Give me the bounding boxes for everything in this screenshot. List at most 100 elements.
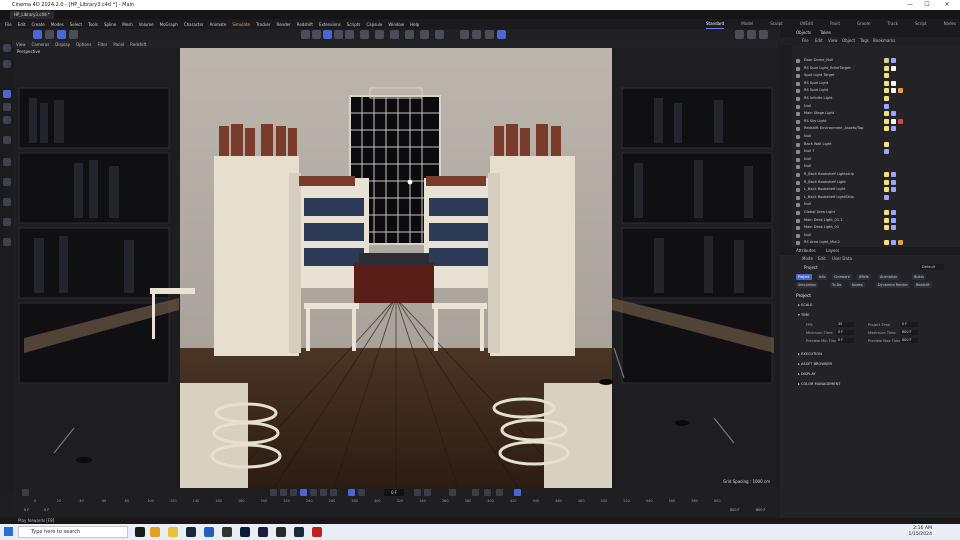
app2-icon[interactable] — [276, 527, 286, 537]
object-row[interactable]: Main Desk Light_01 — [794, 224, 960, 232]
timeline-start-field[interactable]: 0 F — [24, 508, 29, 512]
object-tag-icon[interactable] — [891, 240, 896, 246]
object-tag-icon[interactable] — [898, 80, 903, 86]
workplane-icon[interactable] — [3, 158, 11, 166]
object-tag-icon[interactable] — [884, 149, 889, 155]
object-row[interactable]: Back Wall Light — [794, 141, 960, 149]
view-menu-display[interactable]: Display — [55, 42, 70, 47]
playback-rate-icon[interactable] — [358, 489, 365, 496]
object-tag-icon[interactable] — [884, 210, 889, 215]
object-row[interactable]: Null 7 — [794, 148, 960, 156]
object-tag-icon[interactable] — [884, 58, 889, 63]
loop-icon[interactable] — [348, 489, 355, 496]
menu-capsule[interactable]: Capsule — [366, 22, 382, 27]
photoshop-icon[interactable] — [240, 527, 250, 537]
search-icon[interactable] — [3, 44, 11, 52]
object-tag-icon[interactable] — [884, 217, 889, 223]
cinema4d-icon[interactable] — [204, 527, 214, 537]
rotate-icon[interactable] — [3, 103, 11, 111]
camera-icon[interactable] — [460, 30, 469, 39]
object-tag-icon[interactable] — [884, 172, 889, 177]
attr-tab-project[interactable]: Project — [796, 274, 812, 280]
autokey-icon[interactable] — [424, 489, 431, 496]
timeline-window-icon[interactable] — [514, 489, 521, 496]
maximize-button[interactable]: ☐ — [920, 0, 934, 10]
objects-menu-object[interactable]: Object — [842, 37, 855, 45]
windows-start-icon[interactable] — [4, 527, 13, 536]
app-icon[interactable] — [222, 527, 232, 537]
layout-standard[interactable]: Standard — [706, 19, 725, 29]
key-position-icon[interactable] — [472, 489, 479, 496]
undo-icon[interactable] — [301, 30, 310, 39]
key-rotation-icon[interactable] — [484, 489, 491, 496]
object-tag-icon[interactable] — [884, 187, 889, 193]
object-tag-icon[interactable] — [891, 179, 896, 185]
object-row[interactable]: Redshift Environment_Assets/Top — [794, 125, 960, 133]
attr-menu-userdata[interactable]: User Data — [832, 255, 852, 263]
object-row[interactable]: R_Back Bookshelf Lightstrip — [794, 171, 960, 179]
object-tag-icon[interactable] — [884, 65, 889, 71]
layout-sculpt[interactable]: Sculpt — [770, 19, 783, 29]
menu-edit[interactable]: Edit — [18, 22, 26, 27]
steam-icon[interactable] — [186, 527, 196, 537]
view-menu-redshift[interactable]: Redshift — [130, 42, 146, 47]
light-icon[interactable] — [472, 30, 481, 39]
timeline-end2-field[interactable]: 600 F — [756, 508, 766, 512]
steam2-icon[interactable] — [294, 527, 304, 537]
layout-groom[interactable]: Groom — [857, 19, 870, 29]
object-row[interactable]: RS Spot Light_EnterTarget — [794, 65, 960, 73]
attr-tab-info[interactable]: Info — [817, 274, 828, 280]
object-tag-icon[interactable] — [884, 194, 889, 200]
after-effects-icon[interactable] — [258, 527, 268, 537]
pen-icon[interactable] — [375, 30, 384, 39]
object-tag-icon[interactable] — [884, 141, 889, 147]
layout-script[interactable]: Script — [915, 19, 927, 29]
prev-frame-icon[interactable] — [290, 489, 297, 496]
object-row[interactable]: Null — [794, 133, 960, 141]
next-frame-icon[interactable] — [310, 489, 317, 496]
subdivision-icon[interactable] — [390, 30, 399, 39]
object-row[interactable]: Main Desk Light_01.1 — [794, 217, 960, 225]
redo-icon[interactable] — [312, 30, 321, 39]
field-icon[interactable] — [435, 30, 444, 39]
document-tab[interactable]: HP_Library3.c4d * — [10, 11, 54, 19]
snap-icon[interactable] — [3, 136, 11, 144]
view-menu-cameras[interactable]: Cameras — [32, 42, 50, 47]
edges-mode-icon[interactable] — [57, 30, 66, 39]
section-asset-browser[interactable]: ▸ ASSET BROWSER — [798, 362, 832, 366]
menu-volume[interactable]: Volume — [139, 22, 154, 27]
object-tag-icon[interactable] — [898, 88, 903, 94]
goto-start-icon[interactable] — [270, 489, 277, 496]
section-scale[interactable]: ▸ SCALE — [798, 303, 812, 307]
object-tag-icon[interactable] — [884, 126, 889, 132]
objects-menu-view[interactable]: View — [828, 37, 838, 45]
object-tag-icon[interactable] — [891, 187, 896, 193]
objects-menu-bookmarks[interactable]: Bookmarks — [873, 37, 895, 45]
menu-tracker[interactable]: Tracker — [256, 22, 270, 27]
viewport-maximize-icon[interactable] — [759, 30, 768, 39]
object-row[interactable]: Spot Light Target — [794, 72, 960, 80]
tab-attributes[interactable]: Attributes — [796, 247, 816, 255]
keyframe-selection-icon[interactable] — [449, 489, 456, 496]
object-row[interactable]: Main Stage Light — [794, 110, 960, 118]
attr-tab-cineware[interactable]: Cineware — [832, 274, 852, 280]
tab-layers[interactable]: Layers — [826, 247, 839, 255]
attr-menu-edit[interactable]: Edit — [818, 255, 826, 263]
minimize-button[interactable]: — — [903, 0, 917, 10]
attr-tab-bullet[interactable]: Bullet — [912, 274, 926, 280]
object-tag-icon[interactable] — [884, 179, 889, 185]
brush-icon[interactable] — [3, 218, 11, 226]
3d-viewport[interactable]: Perspective Grid Spacing : 1000 cm — [14, 48, 778, 488]
object-row[interactable]: L_Back Bookshelf Light — [794, 186, 960, 194]
scale-icon[interactable] — [3, 116, 11, 124]
attr-tab-redshift[interactable]: Redshift — [914, 282, 932, 288]
menu-file[interactable]: File — [5, 22, 12, 27]
polygons-mode-icon[interactable] — [69, 30, 78, 39]
object-row[interactable]: Door Dome_Null — [794, 57, 960, 65]
attr-tab-nodes[interactable]: Nodes — [850, 282, 865, 288]
render-view-icon[interactable] — [485, 30, 494, 39]
objects-menu-tags[interactable]: Tags — [860, 37, 869, 45]
menu-scripts[interactable]: Scripts — [347, 22, 361, 27]
object-tag-icon[interactable] — [898, 240, 903, 246]
menu-select[interactable]: Select — [70, 22, 82, 27]
